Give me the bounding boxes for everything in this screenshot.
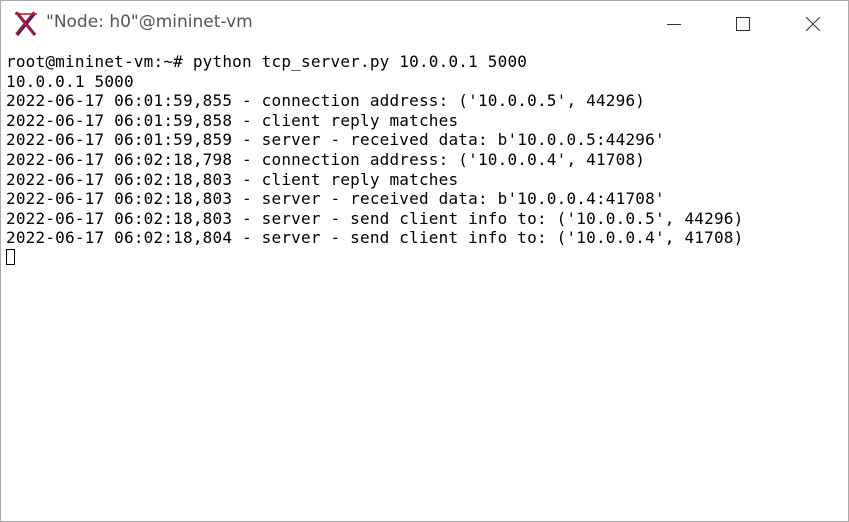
terminal-line: 2022-06-17 06:01:59,855 - connection add… xyxy=(6,91,646,111)
terminal-line: 2022-06-17 06:02:18,803 - server - send … xyxy=(6,208,744,228)
terminal-line: root@mininet-vm:~# python tcp_server.py … xyxy=(6,52,528,71)
window-title: "Node: h0"@mininet-vm xyxy=(46,12,253,32)
close-button[interactable] xyxy=(790,1,836,47)
terminal-line: 2022-06-17 06:02:18,804 - server - send … xyxy=(6,228,744,248)
x11-icon[interactable] xyxy=(13,11,39,37)
minimize-icon xyxy=(667,24,681,25)
terminal-line: 2022-06-17 06:02:18,798 - connection add… xyxy=(6,150,646,169)
close-icon xyxy=(806,17,820,31)
title-bar[interactable]: "Node: h0"@mininet-vm xyxy=(1,1,848,47)
maximize-button[interactable] xyxy=(720,1,766,47)
terminal-output[interactable]: root@mininet-vm:~# python tcp_server.py … xyxy=(1,47,848,521)
terminal-line: 10.0.0.1 5000 xyxy=(6,71,134,91)
terminal-window: "Node: h0"@mininet-vm root@mininet-vm:~#… xyxy=(0,0,849,522)
terminal-line: 2022-06-17 06:02:18,803 - client reply m… xyxy=(6,169,459,189)
maximize-icon xyxy=(736,17,750,31)
terminal-line: 2022-06-17 06:01:59,859 - server - recei… xyxy=(6,130,665,150)
minimize-button[interactable] xyxy=(651,1,697,47)
terminal-line: 2022-06-17 06:01:59,858 - client reply m… xyxy=(6,110,459,130)
terminal-cursor xyxy=(6,249,15,265)
terminal-line: 2022-06-17 06:02:18,803 - server - recei… xyxy=(6,189,665,209)
